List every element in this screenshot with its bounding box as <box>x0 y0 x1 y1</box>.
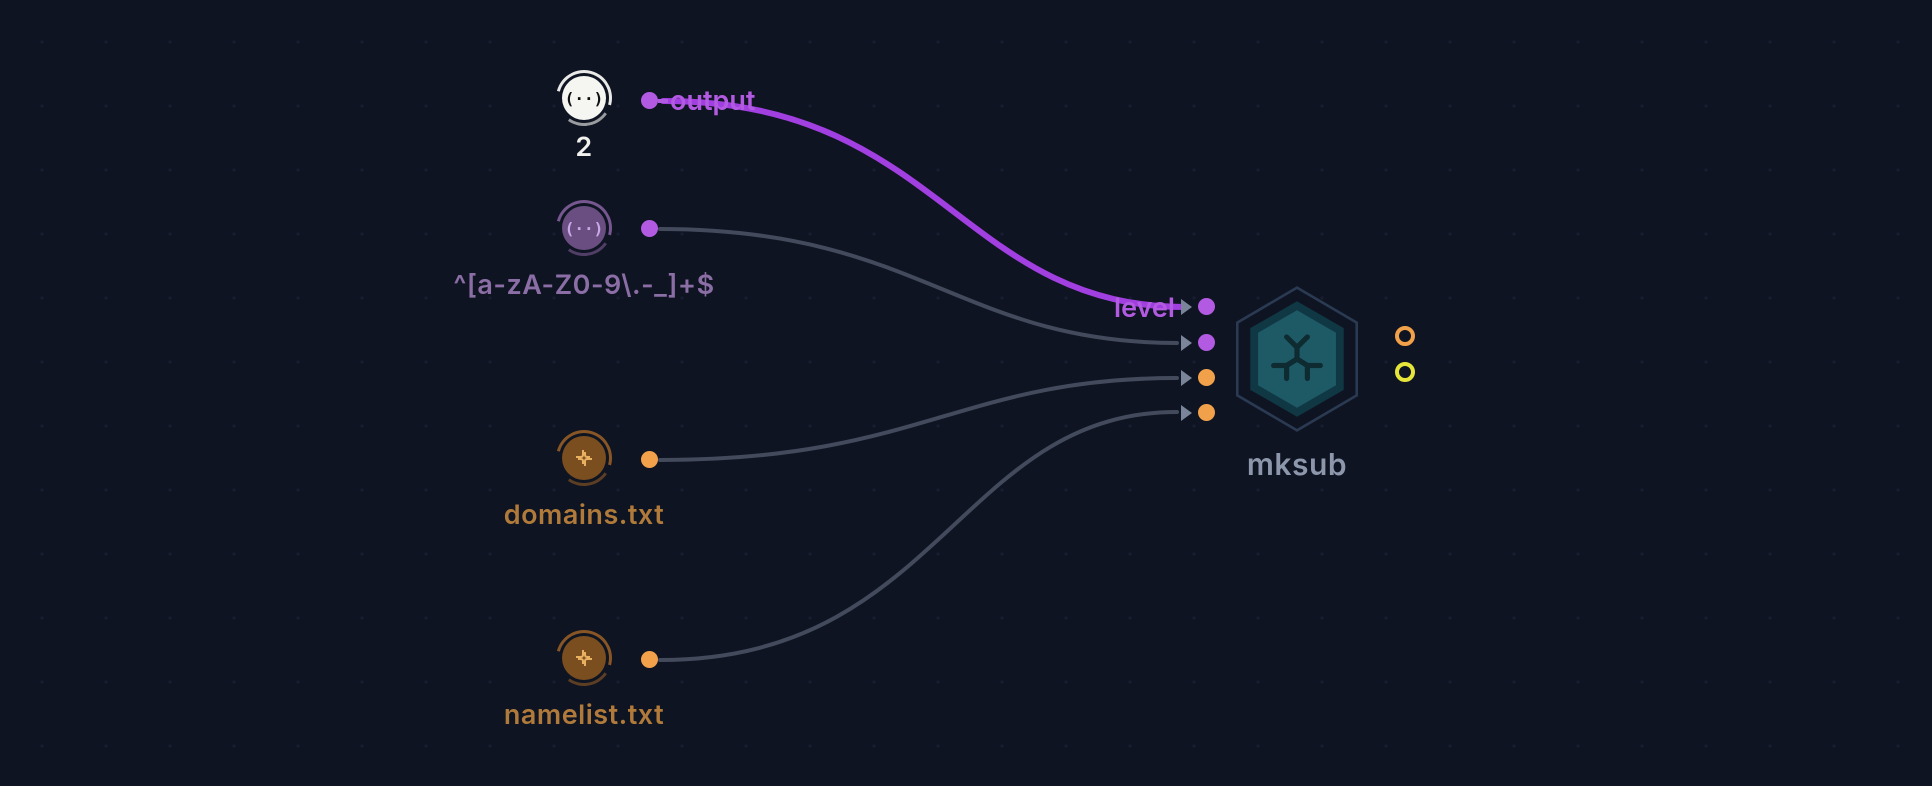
string-node-icon: (··) <box>562 76 606 120</box>
target-input-regex[interactable] <box>1181 334 1215 351</box>
node-label: mksub <box>1247 447 1347 483</box>
triangle-icon <box>1181 370 1192 386</box>
target-input-label-level: level <box>1114 291 1175 324</box>
node-mksub[interactable]: mksub <box>1232 285 1362 483</box>
port-dot <box>1198 369 1215 386</box>
node-regex[interactable]: (··) ^[a-zA-Z0-9\.-_]+$ <box>562 206 606 250</box>
node-1-output-label: output <box>670 84 755 117</box>
string-node-icon: (··) <box>562 206 606 250</box>
port-dot <box>1198 334 1215 351</box>
file-node-icon <box>562 436 606 480</box>
node-label: 2 <box>575 130 592 163</box>
triangle-icon <box>1181 405 1192 421</box>
port-dot <box>1198 404 1215 421</box>
target-input-domains[interactable] <box>1181 369 1215 386</box>
target-output-2[interactable] <box>1395 362 1415 382</box>
node-1-output-port[interactable] <box>641 92 658 109</box>
workflow-canvas[interactable]: (··) 2 output (··) ^[a-zA-Z0-9\.-_]+$ do… <box>0 0 1932 786</box>
file-node-icon <box>562 636 606 680</box>
target-output-1[interactable] <box>1395 326 1415 346</box>
node-literal-2[interactable]: (··) 2 <box>562 76 606 163</box>
node-label: namelist.txt <box>504 698 664 731</box>
node-3-output-port[interactable] <box>641 451 658 468</box>
edges-layer <box>0 0 1932 786</box>
node-label: domains.txt <box>504 498 665 531</box>
triangle-icon <box>1181 335 1192 351</box>
tool-hex-icon <box>1232 285 1362 433</box>
target-input-level[interactable] <box>1181 298 1215 315</box>
node-4-output-port[interactable] <box>641 651 658 668</box>
target-input-wordlist[interactable] <box>1181 404 1215 421</box>
node-2-output-port[interactable] <box>641 220 658 237</box>
port-dot <box>1198 298 1215 315</box>
node-label: ^[a-zA-Z0-9\.-_]+$ <box>453 268 714 301</box>
node-namelist-file[interactable]: namelist.txt <box>562 636 606 680</box>
node-domains-file[interactable]: domains.txt <box>562 436 606 480</box>
triangle-icon <box>1181 299 1192 315</box>
